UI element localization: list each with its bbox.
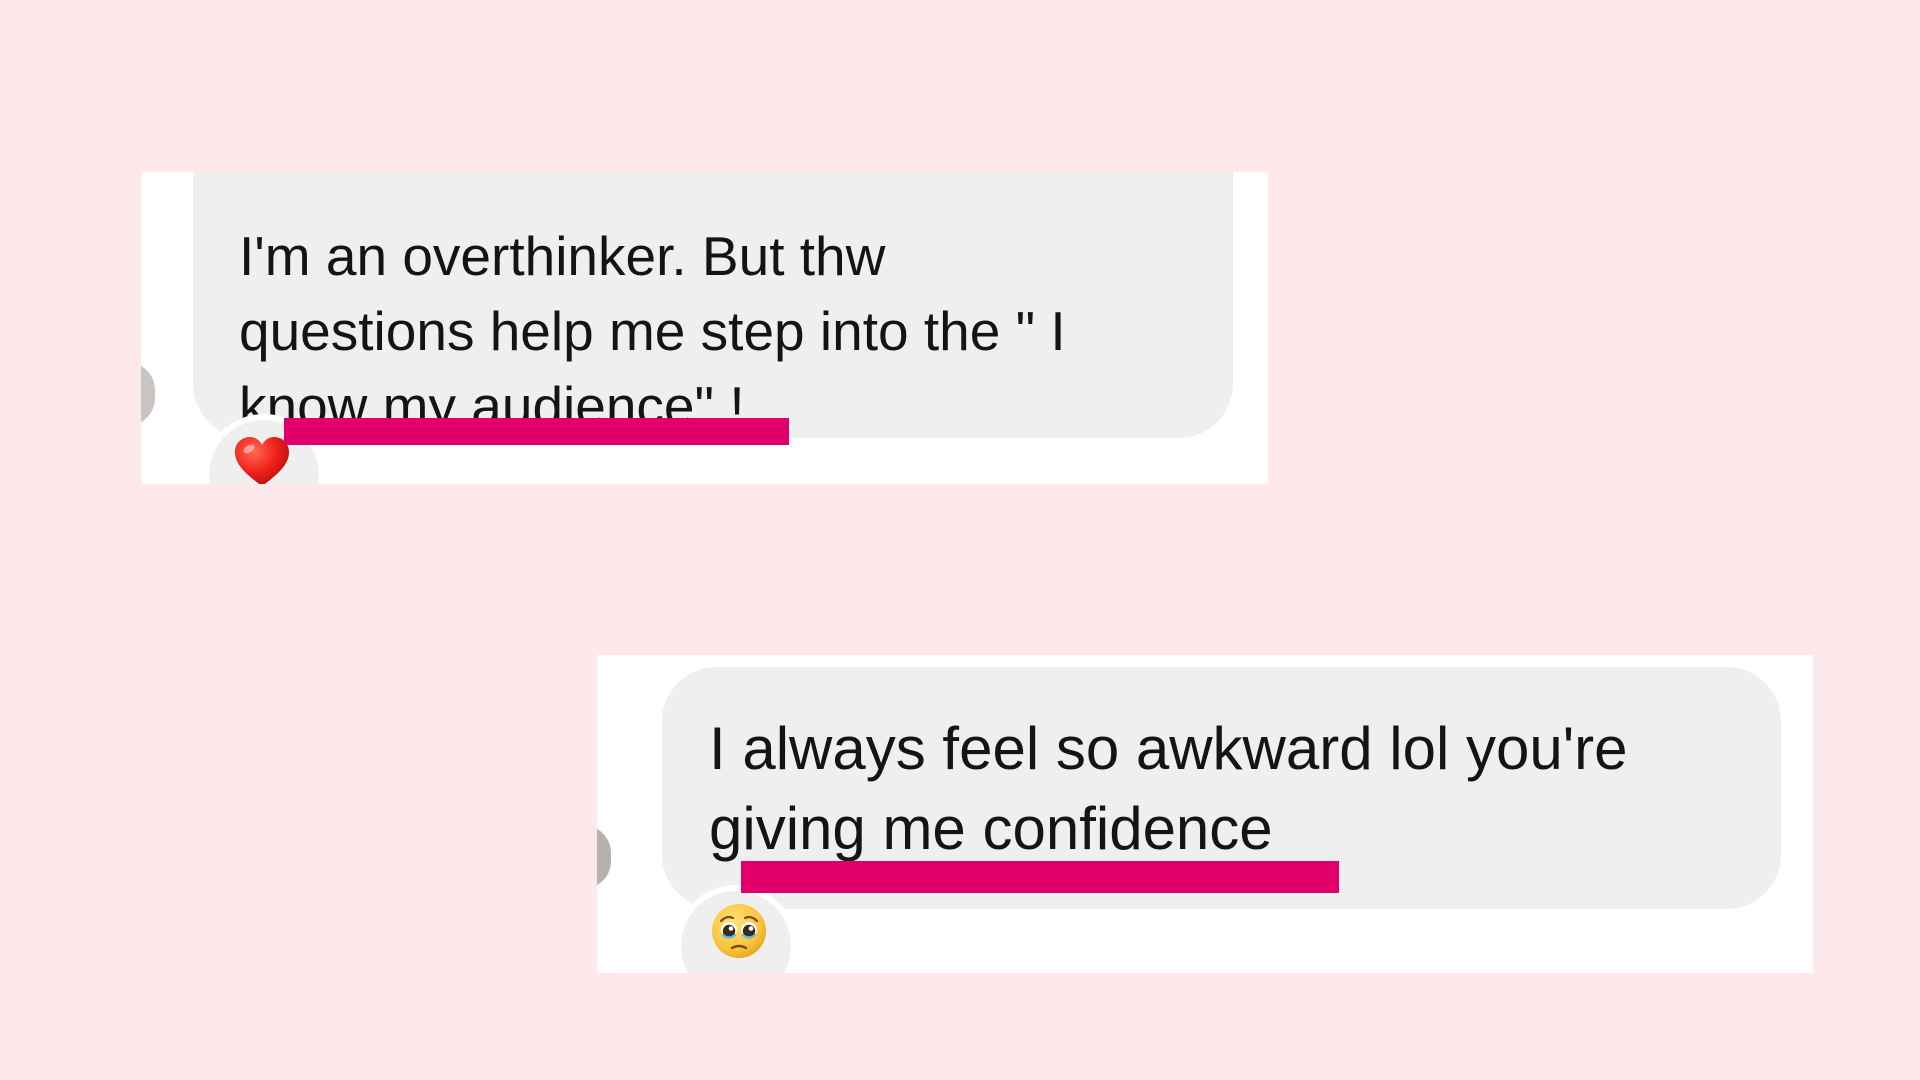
message-card-2: I always feel so awkward lol you're givi…: [597, 655, 1813, 973]
highlight-underline: [284, 418, 789, 445]
red-heart-icon: [235, 437, 289, 484]
highlight-underline: [741, 861, 1339, 893]
avatar[interactable]: [141, 362, 155, 426]
avatar[interactable]: [597, 825, 611, 889]
message-text-line: I'm an overthinker. But thw: [239, 225, 886, 287]
message-text-line: questions help me step into the " I: [239, 300, 1066, 362]
message-text-line: I always feel so awkward lol you're: [709, 715, 1628, 782]
pleading-face-icon: [712, 904, 766, 958]
message-bubble[interactable]: I'm an overthinker. But thw questions he…: [193, 172, 1233, 438]
message-text-line: giving me confidence: [709, 795, 1273, 862]
